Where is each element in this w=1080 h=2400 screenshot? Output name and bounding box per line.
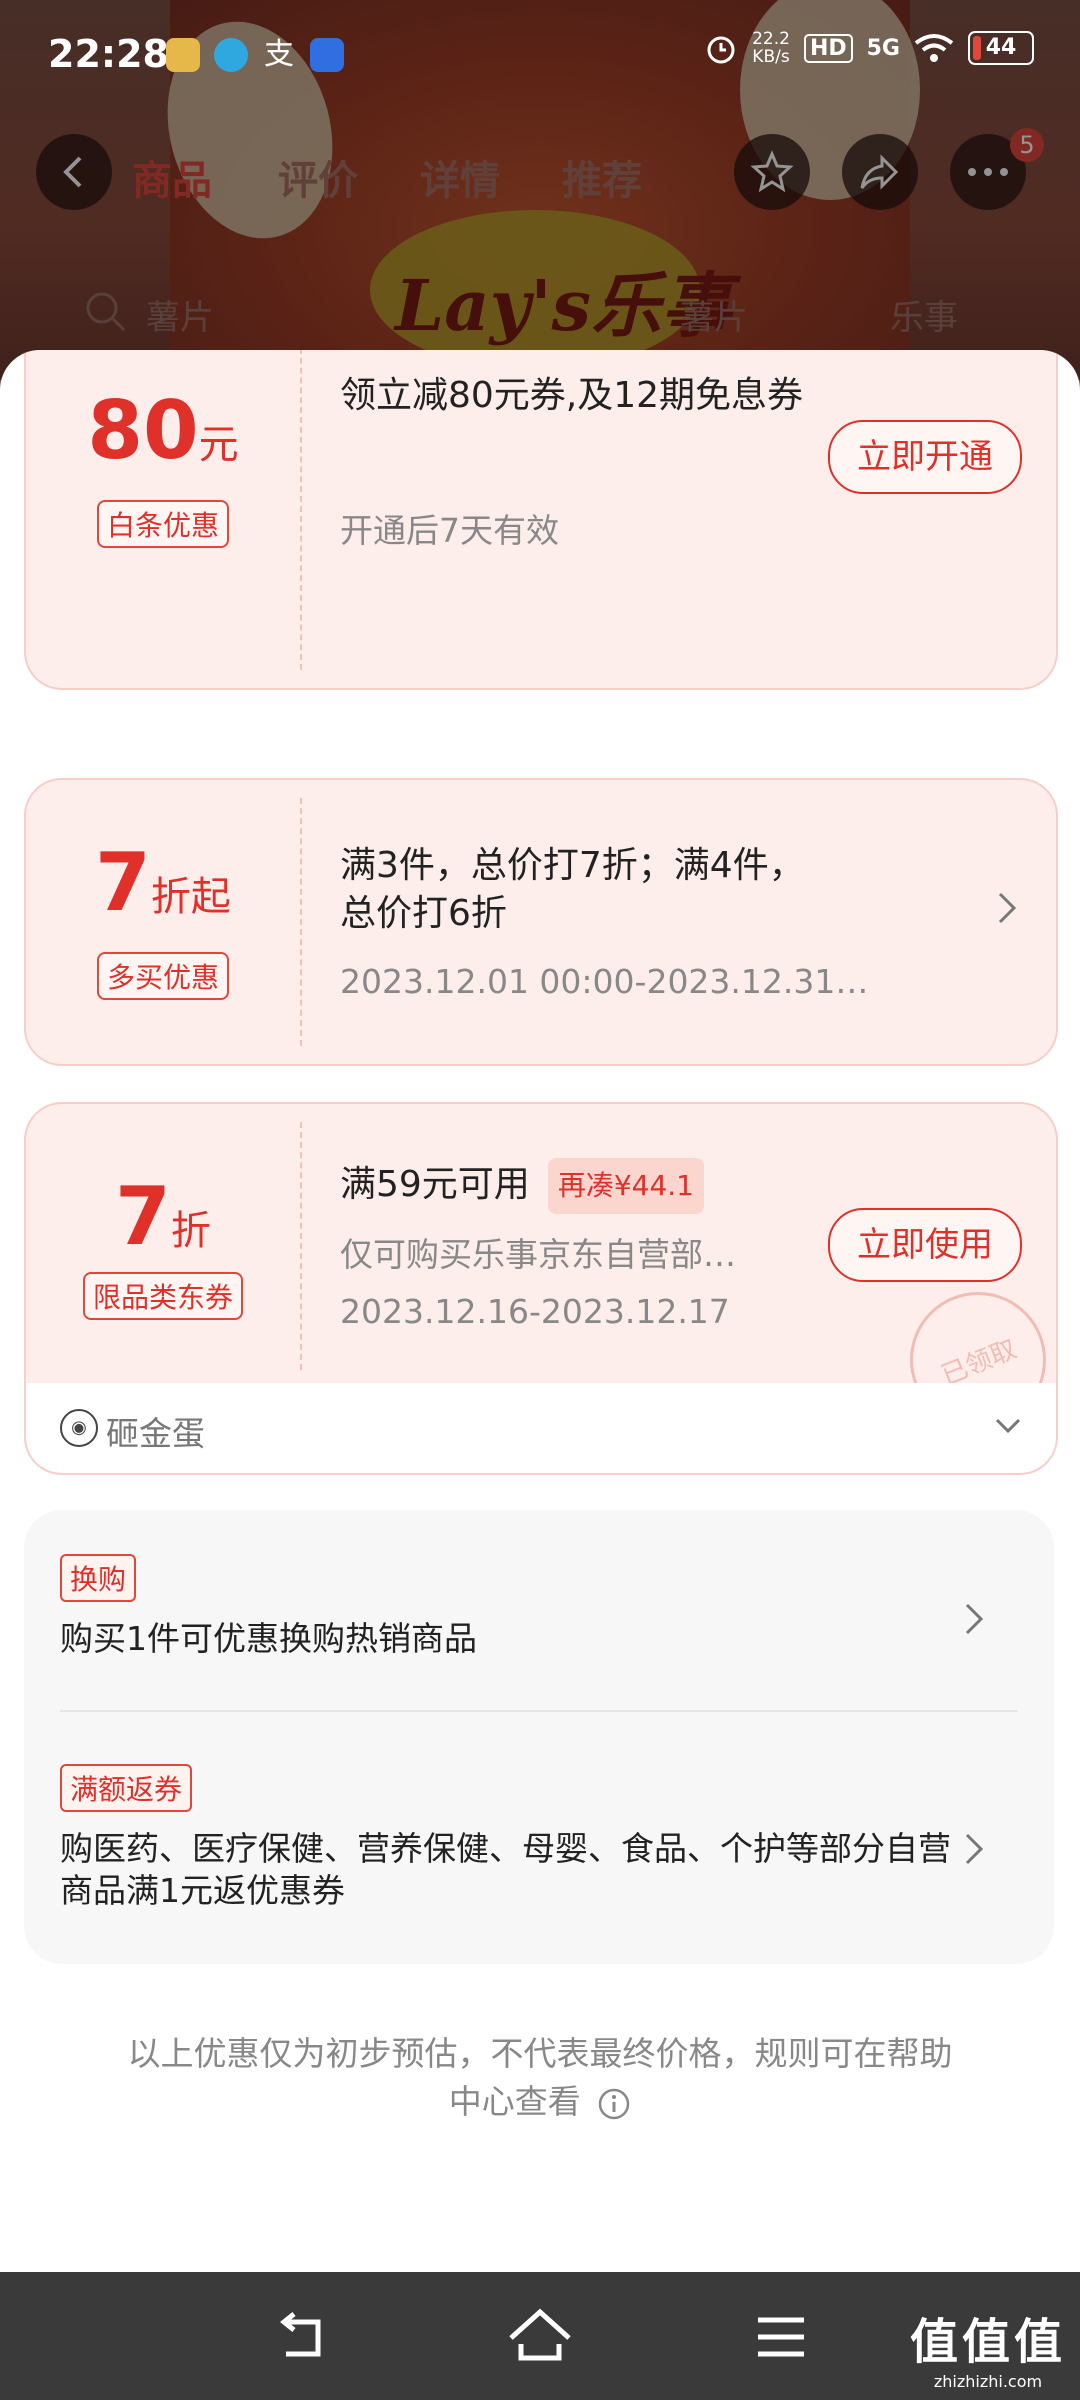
coupon-card-category[interactable]: 7折 限品类东券 满59元可用 再凑¥44.1 仅可购买乐事京东自营部… 2023… xyxy=(24,1102,1058,1388)
gold-egg-icon: ◉ xyxy=(60,1409,98,1447)
status-bar: 22:28 支 22.2 KB/s HD 5G 44 xyxy=(0,0,1080,118)
system-navigation-bar: 值值值 zhizhizhi.com xyxy=(0,2272,1080,2400)
alarm-icon xyxy=(707,36,735,64)
promo-tag: 满额返券 xyxy=(60,1764,193,1812)
chevron-right-icon[interactable] xyxy=(964,1602,984,1636)
coupon-amount: 80 xyxy=(87,384,199,477)
coupon-tag: 多买优惠 xyxy=(96,952,229,1000)
gold-egg-label: 砸金蛋 xyxy=(106,1414,205,1453)
battery-indicator: 44 xyxy=(968,31,1034,65)
info-icon[interactable] xyxy=(597,2087,631,2121)
watermark-logo: 值值值 xyxy=(909,2314,1066,2370)
discount-unit: 折起 xyxy=(150,874,231,920)
coupon-title: 领立减80元券,及12期免息券 xyxy=(340,375,804,416)
promotions-list: 换购 购买1件可优惠换购热销商品 满额返券 购医药、医疗保健、营养保健、母婴、食… xyxy=(24,1510,1054,1964)
back-icon[interactable] xyxy=(266,2302,336,2372)
coupon-title: 满3件，总价打7折；满4件，总价打6折 xyxy=(340,845,805,934)
disclaimer: 以上优惠仅为初步预估，不代表最终价格，规则可在帮助中心查看 xyxy=(120,2030,960,2126)
app-notification-icon xyxy=(166,38,200,72)
coupon-tag: 限品类东券 xyxy=(82,1272,243,1320)
discount-amount: 7 xyxy=(115,1170,171,1263)
chevron-down-icon xyxy=(995,1418,1021,1434)
baidu-icon xyxy=(310,38,344,72)
promotions-sheet: 优惠 80元 白条优惠 领立减80元券,及12期免息券 开通后7天有效 立即开通… xyxy=(0,350,1080,2272)
disclaimer-text: 以上优惠仅为初步预估，不代表最终价格，规则可在帮助中心查看 xyxy=(127,2034,953,2121)
promo-text[interactable]: 购买1件可优惠换购热销商品 xyxy=(60,1618,960,1660)
promo-text[interactable]: 购医药、医疗保健、营养保健、母婴、食品、个护等部分自营商品满1元返优惠券 xyxy=(60,1828,960,1912)
wifi-icon xyxy=(914,34,954,62)
gold-egg-row[interactable]: ◉ 砸金蛋 xyxy=(24,1383,1058,1475)
signal-indicator: 5G xyxy=(866,35,900,61)
watermark-url: zhizhizhi.com xyxy=(933,2372,1043,2391)
coupon-card-baitiao[interactable]: 80元 白条优惠 领立减80元券,及12期免息券 开通后7天有效 立即开通 xyxy=(24,350,1058,690)
home-icon[interactable] xyxy=(505,2302,575,2372)
coupon-tag: 白条优惠 xyxy=(96,500,229,548)
notification-icons: 支 xyxy=(166,38,344,72)
discount-amount: 7 xyxy=(95,836,151,929)
discount-unit: 折 xyxy=(170,1208,211,1254)
remaining-amount-tag: 再凑¥44.1 xyxy=(547,1158,704,1214)
menu-icon[interactable] xyxy=(746,2302,816,2372)
claimed-stamp: 已领取 xyxy=(889,1271,1056,1388)
chevron-right-icon xyxy=(996,890,1018,936)
coupon-unit: 元 xyxy=(198,422,239,468)
use-now-button[interactable]: 立即使用 xyxy=(828,1208,1022,1282)
coupon-validity: 2023.12.01 00:00-2023.12.31… xyxy=(340,962,869,1001)
activate-button[interactable]: 立即开通 xyxy=(828,420,1022,494)
clock: 22:28 xyxy=(48,32,169,76)
hd-indicator: HD xyxy=(803,33,853,63)
promo-tag: 换购 xyxy=(60,1554,137,1602)
alipay-icon: 支 xyxy=(264,37,294,72)
coupon-card-multi-buy[interactable]: 7折起 多买优惠 满3件，总价打7折；满4件，总价打6折 2023.12.01 … xyxy=(24,778,1058,1066)
coupon-title-row: 满59元可用 再凑¥44.1 xyxy=(340,1158,704,1214)
coupon-validity: 2023.12.16-2023.12.17 xyxy=(340,1292,730,1331)
coupon-validity: 开通后7天有效 xyxy=(340,511,559,550)
watermark: 值值值 zhizhizhi.com xyxy=(910,2302,1066,2391)
chevron-right-icon[interactable] xyxy=(964,1832,984,1866)
coupon-scope: 仅可购买乐事京东自营部… xyxy=(340,1235,736,1274)
coupon-title: 满59元可用 xyxy=(340,1164,530,1205)
qq-icon xyxy=(214,38,248,72)
network-speed: 22.2 KB/s xyxy=(752,29,790,67)
